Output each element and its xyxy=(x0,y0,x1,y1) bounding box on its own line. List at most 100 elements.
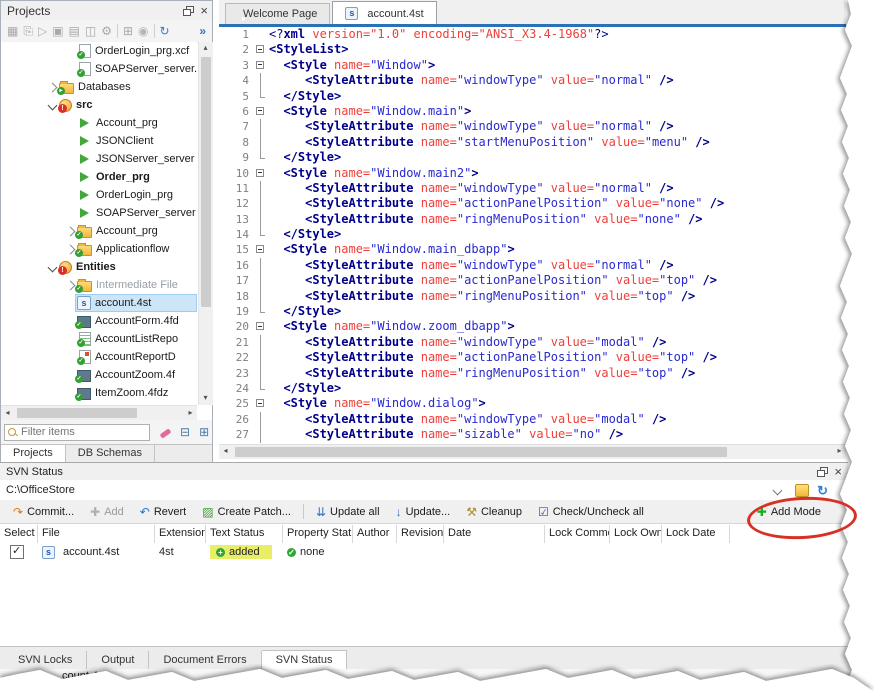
open-folder-icon[interactable]: ◫ xyxy=(85,24,96,38)
cleanup-button[interactable]: ⚒Cleanup xyxy=(459,504,529,520)
column-header-lock-owner[interactable]: Lock Owner xyxy=(610,525,662,543)
float-panel-icon[interactable] xyxy=(183,6,194,16)
fold-marker[interactable] xyxy=(254,166,269,181)
tree-vertical-scrollbar[interactable]: ▴ ▾ xyxy=(198,42,213,405)
scroll-left-icon[interactable]: ◂ xyxy=(219,445,232,458)
row-checkbox[interactable] xyxy=(10,545,24,559)
tree-item[interactable]: ✓AccountListRepo xyxy=(1,330,197,348)
column-header-file[interactable]: Fileˆ xyxy=(38,525,155,543)
library-icon[interactable]: ◉ xyxy=(138,24,148,38)
tree-item[interactable]: saccount.4st xyxy=(1,294,197,312)
tree-item[interactable]: Order_prg xyxy=(1,168,197,186)
fold-marker[interactable] xyxy=(254,42,269,57)
column-header-extension[interactable]: Extension xyxy=(155,525,206,543)
expander-icon[interactable] xyxy=(47,262,57,272)
package-icon[interactable]: ⚙ xyxy=(101,24,112,38)
svn-path-value[interactable]: C:\OfficeStore xyxy=(6,484,75,496)
fold-marker[interactable] xyxy=(254,319,269,334)
run-icon[interactable]: ▷ xyxy=(38,24,47,38)
close-panel-icon[interactable]: × xyxy=(834,467,842,477)
tree-item[interactable]: ▸Databases xyxy=(1,78,197,96)
tree-item[interactable]: ✓SOAPServer_server.x xyxy=(1,60,197,78)
editor-tab-account.4st[interactable]: saccount.4st xyxy=(332,1,436,24)
scroll-left-icon[interactable]: ◂ xyxy=(1,407,14,420)
tree-item[interactable]: ✓Applicationflow xyxy=(1,240,197,258)
tab-svn-locks[interactable]: SVN Locks xyxy=(4,651,87,670)
build-icon[interactable]: ▦ xyxy=(7,24,18,38)
check-uncheck-all-button[interactable]: ☑Check/Uncheck all xyxy=(531,504,651,520)
column-header-select[interactable]: Select xyxy=(0,525,38,543)
tree-item[interactable]: ✓AccountZoom.4f xyxy=(1,366,197,384)
column-header-revision[interactable]: Revision xyxy=(397,525,444,543)
code-editor[interactable]: 1<?xml version="1.0" encoding="ANSI_X3.4… xyxy=(219,27,846,444)
code-line: 4 <StyleAttribute name="windowType" valu… xyxy=(219,73,846,88)
create-patch-button[interactable]: ▨Create Patch... xyxy=(195,504,298,520)
column-header-author[interactable]: Author xyxy=(353,525,397,543)
fold-marker[interactable] xyxy=(254,242,269,257)
column-header-property-status[interactable]: Property Status xyxy=(283,525,353,543)
fold-marker[interactable] xyxy=(254,104,269,119)
tree-horizontal-scrollbar[interactable]: ◂ ▸ xyxy=(1,405,197,421)
table-row[interactable]: saccount.4st4st+added✓none xyxy=(0,543,730,561)
tree-item[interactable]: !src xyxy=(1,96,197,114)
eraser-icon[interactable] xyxy=(160,425,171,439)
new-folder-icon[interactable]: ▤ xyxy=(69,24,80,38)
expander-icon[interactable] xyxy=(65,226,75,236)
fold-marker[interactable] xyxy=(254,396,269,411)
code-text: <StyleAttribute name="ringMenuPosition" … xyxy=(269,366,695,381)
tree-item[interactable]: ✓AccountForm.4fd xyxy=(1,312,197,330)
expander-icon[interactable] xyxy=(47,82,57,92)
tree-item[interactable]: OrderLogin_prg xyxy=(1,186,197,204)
tab-document-errors[interactable]: Document Errors xyxy=(149,651,261,670)
expand-all-icon[interactable]: ⊞ xyxy=(199,425,209,439)
tab-svn-status[interactable]: SVN Status xyxy=(262,650,348,670)
tree-item[interactable]: JSONClient xyxy=(1,132,197,150)
filter-box[interactable] xyxy=(4,424,150,441)
column-header-lock-comment[interactable]: Lock Comment xyxy=(545,525,610,543)
expander-icon[interactable] xyxy=(65,244,75,254)
refresh-icon[interactable]: ↻ xyxy=(817,484,828,497)
editor-horizontal-scrollbar[interactable]: ◂ ▸ xyxy=(219,444,846,459)
revert-button[interactable]: ↶Revert xyxy=(133,504,193,520)
expander-icon[interactable] xyxy=(47,100,57,110)
tree-item-label: account.4st xyxy=(95,297,151,309)
overflow-chevron-icon[interactable]: » xyxy=(199,24,206,38)
tree-item[interactable]: !Entities xyxy=(1,258,197,276)
tab-db-schemas[interactable]: DB Schemas xyxy=(66,445,155,462)
fold-marker[interactable] xyxy=(254,58,269,73)
commit-button[interactable]: ↷Commit... xyxy=(6,504,81,520)
expander-icon[interactable] xyxy=(65,280,75,290)
scroll-right-icon[interactable]: ▸ xyxy=(184,407,197,420)
fold-marker xyxy=(254,412,269,427)
scroll-right-icon[interactable]: ▸ xyxy=(833,445,846,458)
scroll-down-icon[interactable]: ▾ xyxy=(199,392,212,405)
new-file-icon[interactable]: ⎘ xyxy=(23,24,33,38)
close-panel-icon[interactable]: × xyxy=(200,6,208,16)
tree-item[interactable]: JSONServer_server xyxy=(1,150,197,168)
update-button[interactable]: ↓Update... xyxy=(389,504,458,520)
filter-input[interactable] xyxy=(19,425,146,439)
update-all-button[interactable]: ⇊Update all xyxy=(309,504,387,520)
tree-item[interactable]: ✓Account_prg xyxy=(1,222,197,240)
refresh-icon[interactable]: ↻ xyxy=(160,24,170,38)
scroll-up-icon[interactable]: ▴ xyxy=(199,42,212,55)
chevron-down-icon[interactable] xyxy=(773,485,783,495)
editor-tab-welcome-page[interactable]: Welcome Page xyxy=(225,3,330,24)
tree-item[interactable]: ✓AccountReportD xyxy=(1,348,197,366)
tree-item[interactable]: Account_prg xyxy=(1,114,197,132)
add-file-icon[interactable]: ⊞ xyxy=(123,24,133,38)
browse-icon[interactable] xyxy=(795,484,809,497)
float-panel-icon[interactable] xyxy=(817,467,828,477)
tab-projects[interactable]: Projects xyxy=(1,444,66,462)
column-header-lock-date[interactable]: Lock Date xyxy=(662,525,730,543)
tree-item[interactable]: ✓Intermediate File xyxy=(1,276,197,294)
empty-cell xyxy=(545,543,610,561)
stop-icon[interactable]: ▣ xyxy=(52,24,63,38)
tree-item[interactable]: ✓ItemZoom.4fdz xyxy=(1,384,197,402)
tree-item[interactable]: ✓OrderLogin_prg.xcf xyxy=(1,42,197,60)
tab-output[interactable]: Output xyxy=(87,651,149,670)
collapse-all-icon[interactable]: ⊟ xyxy=(180,425,190,439)
tree-item[interactable]: SOAPServer_server xyxy=(1,204,197,222)
column-header-text-status[interactable]: Text Status xyxy=(206,525,283,543)
column-header-date[interactable]: Date xyxy=(444,525,545,543)
